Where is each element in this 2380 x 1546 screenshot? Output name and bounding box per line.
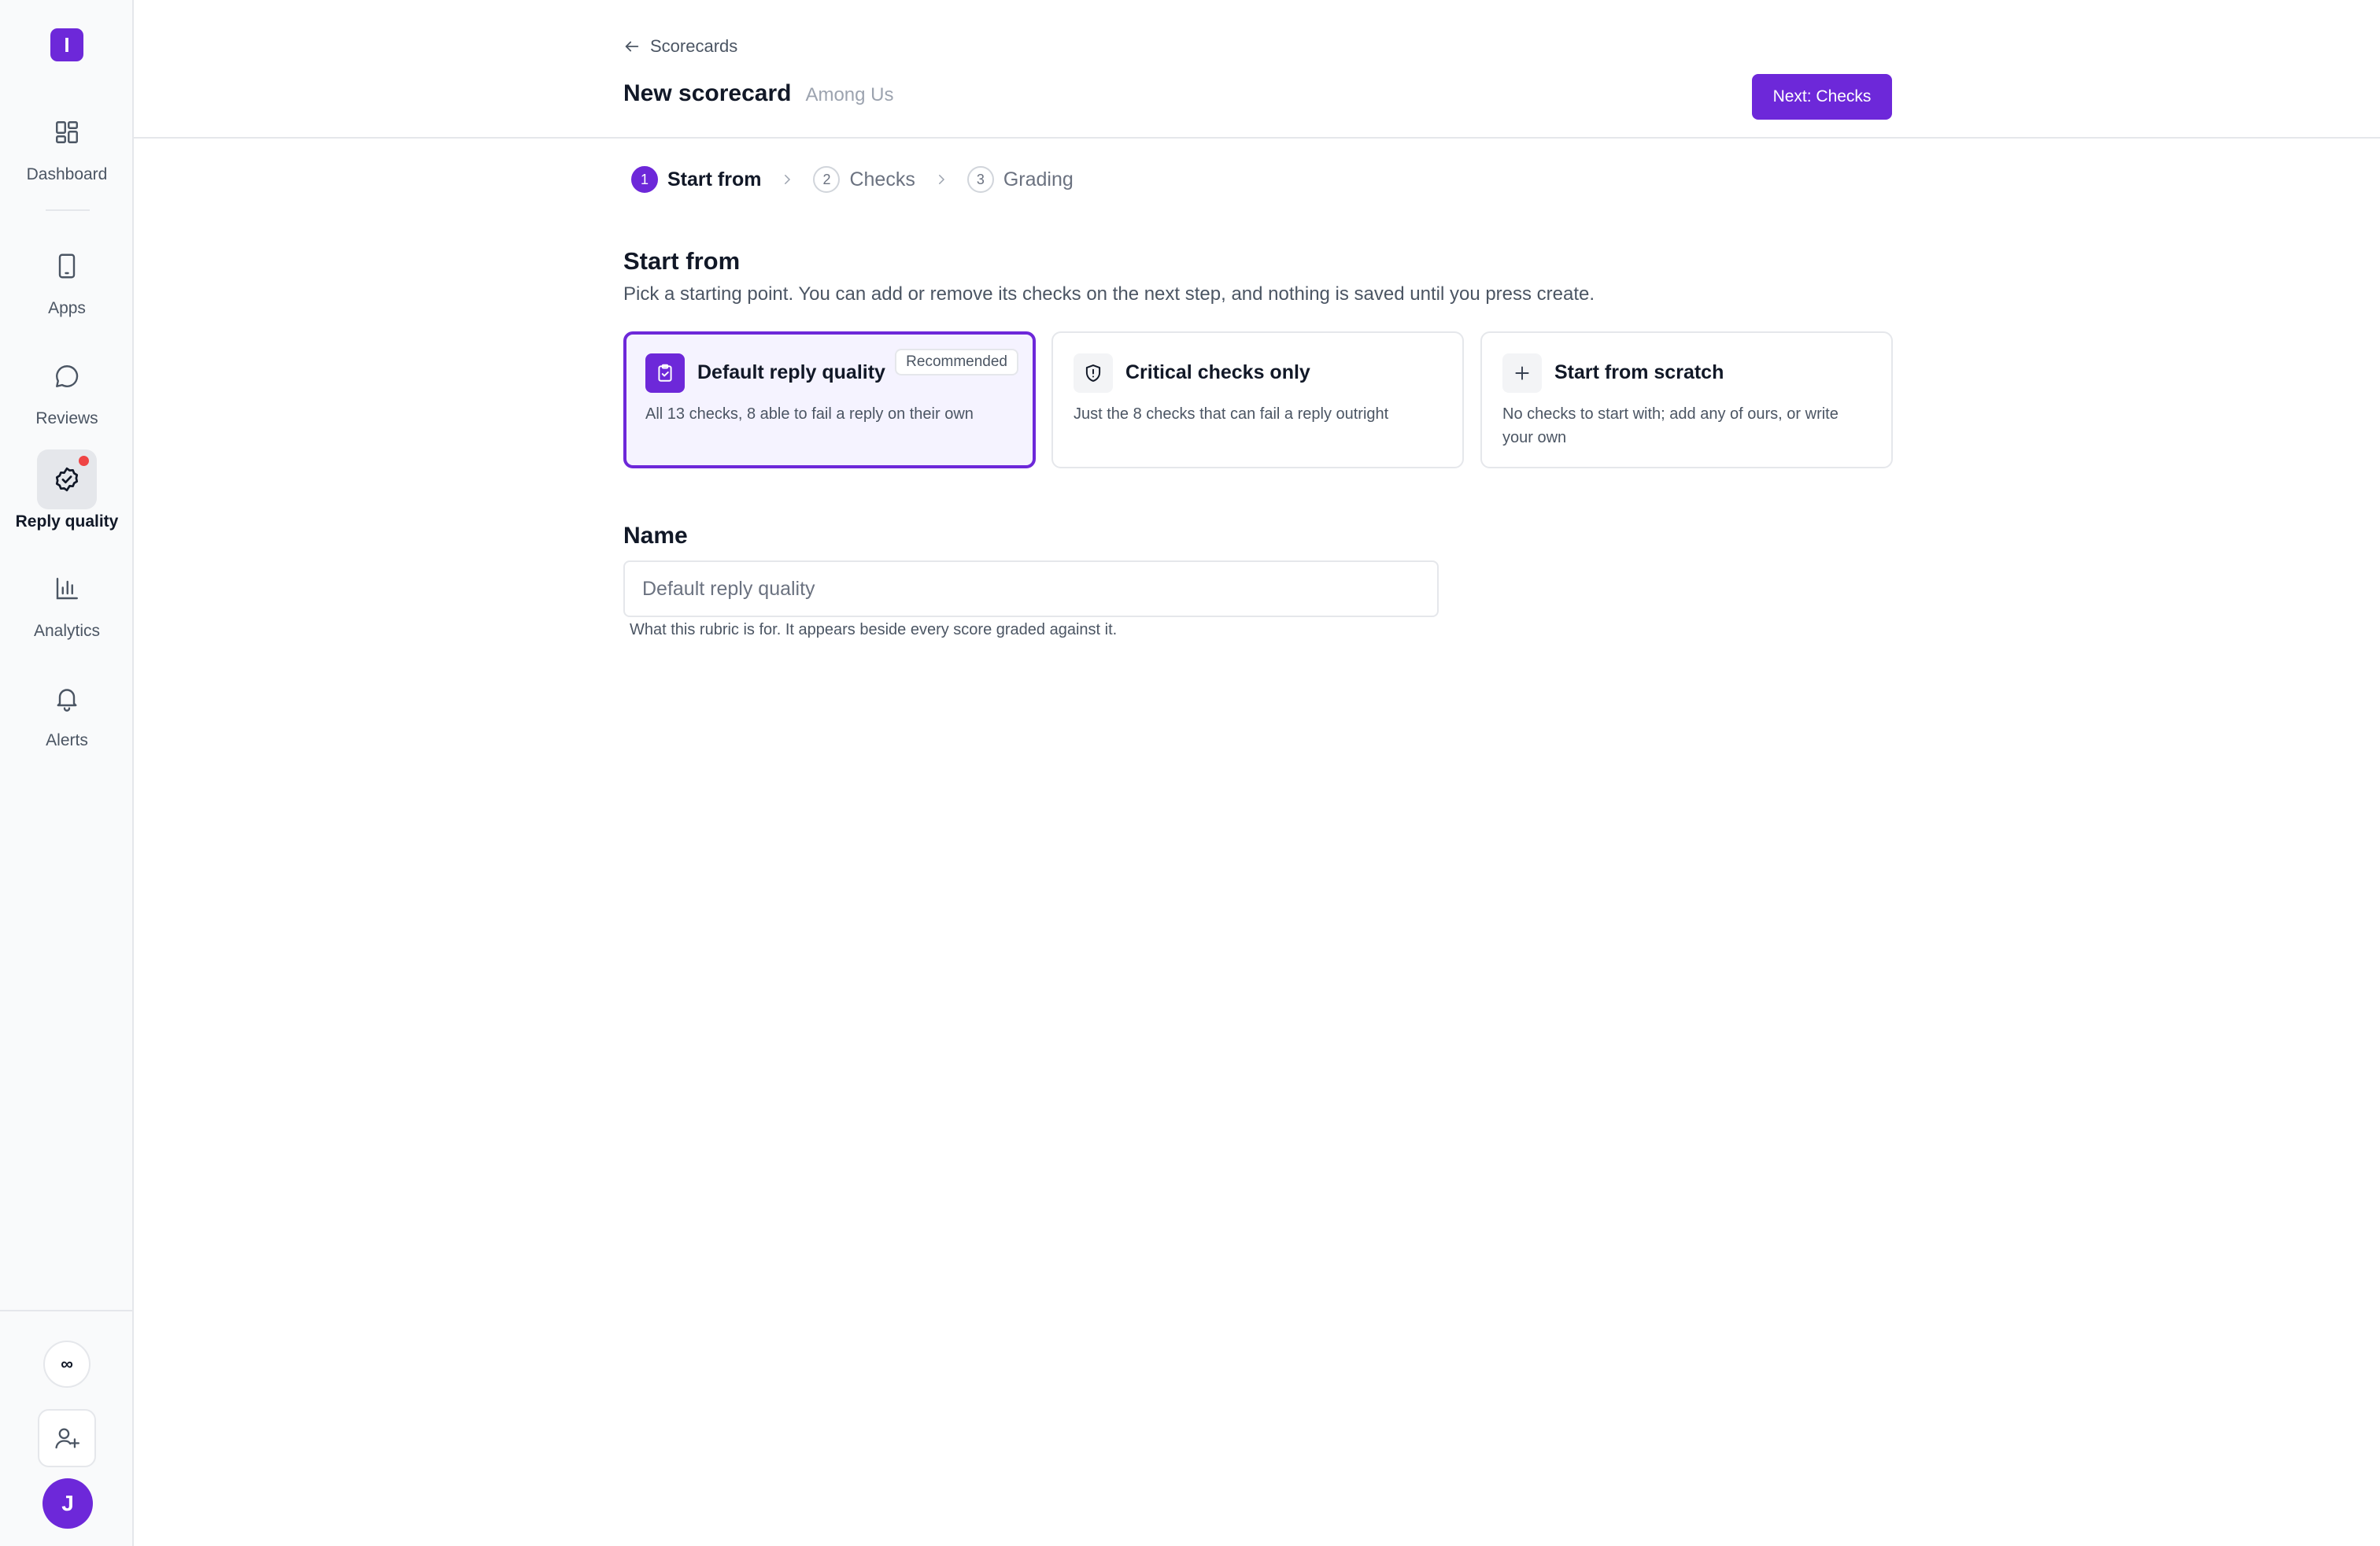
step-checks[interactable]: 2 Checks — [813, 166, 915, 193]
recommended-badge: Recommended — [895, 349, 1018, 375]
clipboard-check-icon — [658, 364, 672, 382]
next-checks-button[interactable]: Next: Checks — [1752, 74, 1892, 120]
card-icon-box — [1074, 353, 1113, 393]
shield-icon — [1085, 364, 1101, 382]
infinity-button[interactable]: ∞ — [43, 1341, 91, 1388]
sidebar-item-label: Reviews — [35, 409, 98, 427]
sidebar-item-alerts[interactable]: Alerts — [0, 668, 134, 750]
sidebar-item-dashboard[interactable]: Dashboard — [0, 102, 134, 184]
card-description: Just the 8 checks that can fail a reply … — [1074, 405, 1389, 423]
header-divider — [134, 137, 2380, 139]
card-title: Start from scratch — [1554, 361, 1724, 383]
section-description: Pick a starting point. You can add or re… — [623, 283, 1595, 305]
sidebar-item-reply-quality[interactable]: Reply quality — [0, 449, 134, 531]
plus-icon — [1515, 366, 1529, 380]
avatar[interactable]: J — [42, 1478, 93, 1529]
card-title: Critical checks only — [1125, 361, 1310, 383]
sidebar: I Dashboard Apps Reviews Reply quality A… — [0, 0, 134, 1546]
sidebar-item-analytics[interactable]: Analytics — [0, 559, 134, 641]
page-subtitle: Among Us — [805, 84, 894, 105]
card-title: Default reply quality — [697, 361, 885, 383]
name-help-text: What this rubric is for. It appears besi… — [630, 621, 1118, 638]
card-icon-box — [1502, 353, 1542, 393]
sidebar-item-label: Alerts — [46, 731, 88, 749]
app-logo[interactable]: I — [50, 28, 83, 61]
sidebar-item-reviews[interactable]: Reviews — [0, 346, 134, 428]
step-start-from[interactable]: 1 Start from — [631, 166, 761, 193]
sidebar-item-apps[interactable]: Apps — [0, 236, 134, 318]
step-number: 1 — [631, 166, 658, 193]
card-icon-box — [645, 353, 685, 393]
step-label: Checks — [849, 168, 915, 190]
sidebar-item-label: Apps — [48, 299, 86, 317]
step-grading[interactable]: 3 Grading — [966, 166, 1074, 193]
breadcrumb-back-link[interactable]: Scorecards — [623, 36, 737, 57]
option-card-scratch[interactable]: Start from scratch No checks to start wi… — [1480, 331, 1893, 468]
step-number: 2 — [813, 166, 841, 193]
card-description: All 13 checks, 8 able to fail a reply on… — [645, 405, 974, 423]
chevron-right-icon — [785, 175, 791, 184]
notification-dot — [77, 454, 91, 468]
badge-check-icon — [55, 467, 79, 492]
sidebar-item-label: Analytics — [33, 622, 101, 640]
step-label: Grading — [1003, 168, 1074, 190]
section-title: Start from — [623, 247, 741, 275]
invite-user-button[interactable] — [38, 1409, 96, 1467]
user-plus-icon — [55, 1428, 80, 1449]
page-title: New scorecard — [623, 80, 792, 106]
name-label: Name — [623, 523, 688, 549]
chat-bubble-icon — [56, 365, 79, 387]
sidebar-divider — [0, 1310, 132, 1311]
dashboard-icon — [56, 121, 78, 143]
phone-icon — [58, 253, 76, 279]
step-label: Start from — [667, 168, 762, 190]
title-row: New scorecard Among Us — [623, 80, 894, 107]
card-description: No checks to start with; add any of ours… — [1502, 405, 1839, 446]
chevron-right-icon — [938, 175, 944, 184]
stepper: 1 Start from 2 Checks 3 Grading — [631, 166, 1074, 193]
sidebar-divider — [46, 209, 90, 211]
bar-chart-icon — [56, 578, 78, 600]
arrow-left-icon — [625, 41, 639, 52]
option-card-critical[interactable]: Critical checks only Just the 8 checks t… — [1051, 331, 1464, 468]
breadcrumb-label: Scorecards — [650, 36, 738, 56]
sidebar-item-label: Reply quality — [15, 512, 119, 531]
sidebar-item-label: Dashboard — [26, 165, 108, 183]
option-card-default[interactable]: Default reply quality Recommended All 13… — [623, 331, 1036, 468]
step-number: 3 — [966, 166, 994, 193]
bell-icon — [57, 689, 77, 712]
name-input[interactable] — [623, 560, 1439, 617]
